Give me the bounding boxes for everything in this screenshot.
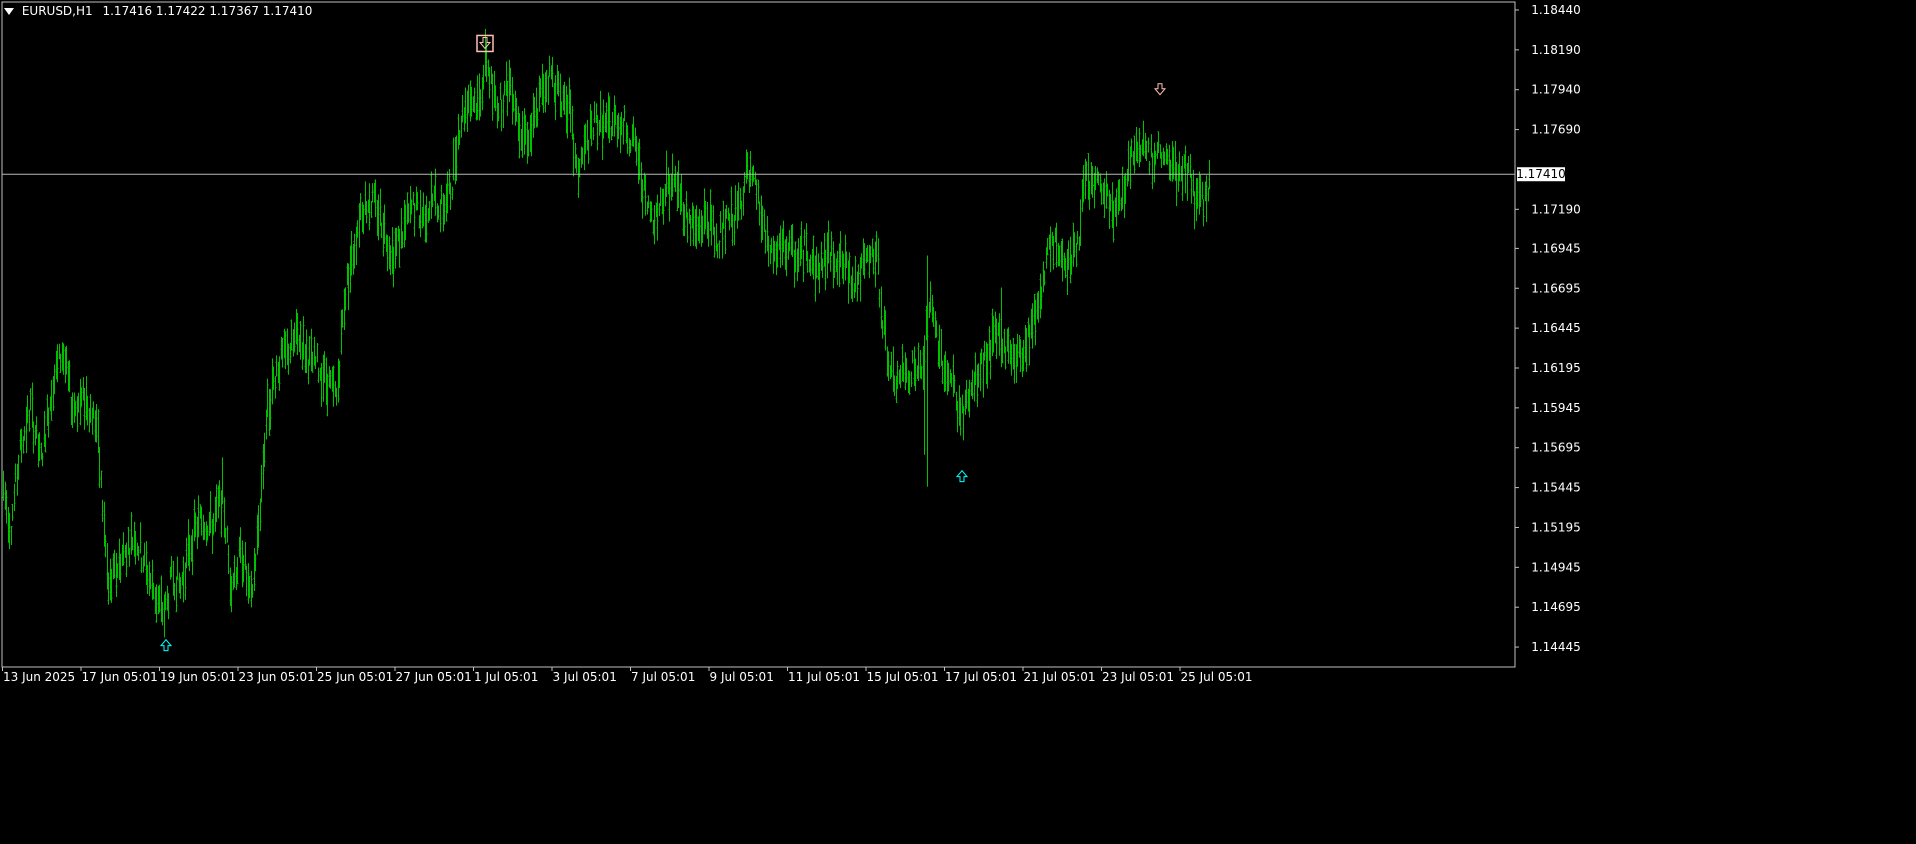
x-tick-label: 3 Jul 05:01 <box>553 670 617 684</box>
x-tick-label: 21 Jul 05:01 <box>1024 670 1096 684</box>
y-tick-label: 1.15695 <box>1531 441 1581 455</box>
y-tick-label: 1.16695 <box>1531 281 1581 295</box>
y-tick-label: 1.18440 <box>1531 3 1581 17</box>
y-tick-label: 1.14945 <box>1531 560 1581 574</box>
price-chart[interactable]: 1.18440 1.18190 1.17940 1.17690 1.17190 1.169… <box>0 0 1916 840</box>
y-tick-label: 1.18190 <box>1531 43 1581 57</box>
chart-canvas[interactable]: 1.18440 1.18190 1.17940 1.17690 1.17190 1.169… <box>0 0 1916 840</box>
x-tick-label: 23 Jun 05:01 <box>239 670 315 684</box>
x-tick-label: 9 Jul 05:01 <box>710 670 774 684</box>
x-tick-label: 15 Jul 05:01 <box>867 670 939 684</box>
x-tick-label: 1 Jul 05:01 <box>474 670 538 684</box>
x-tick-label: 27 Jun 05:01 <box>396 670 472 684</box>
x-tick-label: 7 Jul 05:01 <box>631 670 695 684</box>
y-tick-label: 1.16945 <box>1531 241 1581 255</box>
x-tick-label: 11 Jul 05:01 <box>788 670 860 684</box>
symbol-timeframe: EURUSD,H1 <box>21 4 93 18</box>
x-tick-label: 17 Jul 05:01 <box>945 670 1017 684</box>
y-tick-label: 1.15195 <box>1531 520 1581 534</box>
y-tick-label: 1.17690 <box>1531 123 1581 137</box>
y-tick-label: 1.14695 <box>1531 600 1581 614</box>
y-tick-label: 1.17940 <box>1531 83 1581 97</box>
ohlc-quote: 1.17416 1.17422 1.17367 1.17410 <box>102 4 313 18</box>
y-tick-label: 1.15945 <box>1531 401 1581 415</box>
x-tick-label: 23 Jul 05:01 <box>1102 670 1174 684</box>
chart-header: EURUSD,H1 1.17416 1.17422 1.17367 1.1741… <box>4 4 312 18</box>
y-tick-label: 1.15445 <box>1531 481 1581 495</box>
x-tick-label: 25 Jul 05:01 <box>1181 670 1253 684</box>
y-tick-label: 1.16445 <box>1531 321 1581 335</box>
x-tick-label: 25 Jun 05:01 <box>317 670 393 684</box>
current-price-label: 1.17410 <box>1516 167 1566 181</box>
collapse-triangle-icon[interactable] <box>4 8 14 15</box>
x-tick-label: 13 Jun 2025 <box>3 670 75 684</box>
x-tick-label: 17 Jun 05:01 <box>82 670 158 684</box>
y-tick-label: 1.14445 <box>1531 640 1581 654</box>
x-tick-label: 19 Jun 05:01 <box>160 670 236 684</box>
y-tick-label: 1.16195 <box>1531 361 1581 375</box>
y-tick-label: 1.17190 <box>1531 202 1581 216</box>
